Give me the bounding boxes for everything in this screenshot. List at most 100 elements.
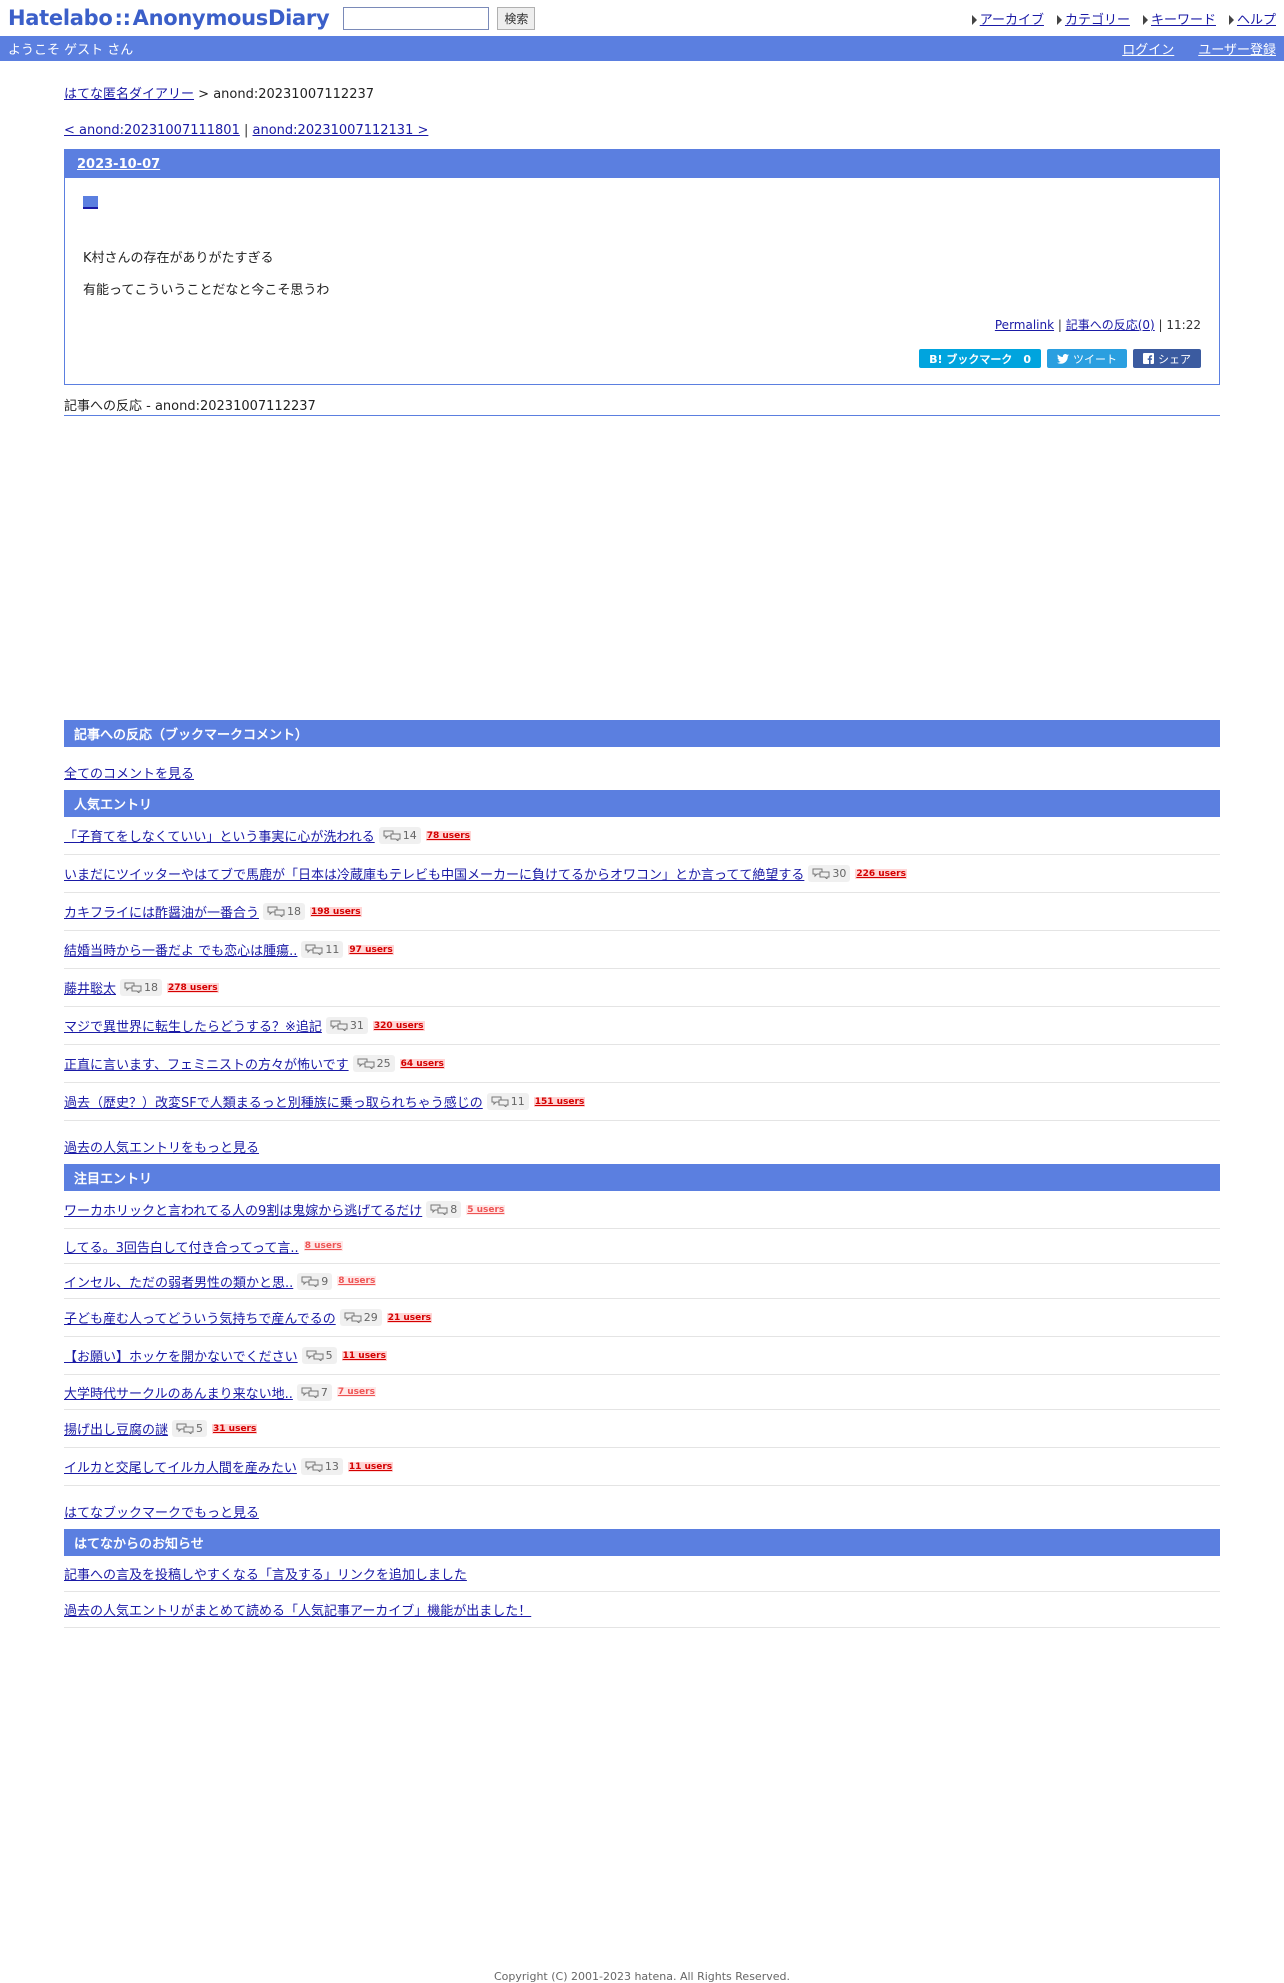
comment-count[interactable]: 30	[808, 865, 851, 882]
comment-count[interactable]: 7	[296, 1383, 332, 1401]
arrow-right-icon	[971, 15, 977, 25]
more-popular-link[interactable]: 過去の人気エントリをもっと見る	[64, 1121, 1220, 1164]
login-link[interactable]: ログイン	[1122, 39, 1174, 58]
square-icon	[83, 196, 98, 209]
facebook-share-button[interactable]: シェア	[1133, 349, 1201, 368]
hot-entry-link[interactable]: 【お願い】ホッケを開かないでください	[64, 1346, 298, 1365]
popular-entries-list: 「子育てをしなくていい」という事実に心が洗われる 14 78 users いまだにツイ…	[64, 817, 1220, 1121]
hot-entry-link[interactable]: 揚げ出し豆腐の謎	[64, 1419, 168, 1438]
popular-entry-link[interactable]: マジで異世界に転生したらどうする？※追記	[64, 1016, 322, 1035]
popular-entry-link[interactable]: 結婚当時から一番だよ でも恋心は腫瘍..	[64, 940, 297, 959]
hot-entry-row: インセル、ただの弱者男性の類かと思.. 9 8 users	[64, 1264, 1220, 1299]
comment-count[interactable]: 8	[426, 1201, 462, 1218]
comment-count-value: 11	[510, 1095, 525, 1108]
bookmark-users-badge[interactable]: 226 users	[855, 868, 907, 879]
bookmark-users-badge[interactable]: 64 users	[399, 1058, 445, 1069]
comment-count-value: 30	[832, 867, 847, 880]
nav-help[interactable]: ヘルプ	[1228, 9, 1276, 28]
main-content: はてな匿名ダイアリー > anond:20231007112237 < anon…	[64, 61, 1220, 1628]
hot-entry-link[interactable]: してる。3回告白して付き合ってって言..	[64, 1237, 299, 1256]
nav-category-link[interactable]: カテゴリー	[1065, 13, 1130, 28]
bookmark-users-badge[interactable]: 31 users	[212, 1423, 258, 1434]
hot-entry-link[interactable]: ワーカホリックと言われてる人の9割は鬼嫁から逃げてるだけ	[64, 1200, 422, 1219]
nav-category[interactable]: カテゴリー	[1056, 9, 1130, 28]
hot-entry-row: 大学時代サークルのあんまり来ない地.. 7 7 users	[64, 1375, 1220, 1410]
entry-date[interactable]: 2023-10-07	[77, 157, 160, 172]
news-item-link[interactable]: 記事への言及を投稿しやすくなる「言及する」リンクを追加しました	[64, 1556, 1220, 1592]
bookmark-users-badge[interactable]: 78 users	[425, 830, 472, 841]
popular-entry-link[interactable]: 「子育てをしなくていい」という事実に心が洗われる	[64, 826, 375, 845]
popular-entry-link[interactable]: いまだにツイッターやはてブで馬鹿が「日本は冷蔵庫もテレビも中国メーカーに負けてる…	[64, 864, 804, 883]
comment-bubble-icon	[301, 1276, 319, 1287]
comment-bubble-icon	[812, 868, 830, 879]
bookmark-users-badge[interactable]: 320 users	[372, 1020, 425, 1031]
bookmark-users-badge[interactable]: 198 users	[310, 906, 362, 917]
prev-entry-link[interactable]: < anond:20231007111801	[64, 123, 240, 138]
hot-entry-link[interactable]: 子ども産む人ってどういう気持ちで産んでるの	[64, 1308, 336, 1327]
comment-count[interactable]: 11	[486, 1093, 529, 1110]
hot-entry-link[interactable]: イルカと交尾してイルカ人間を産みたい	[64, 1457, 297, 1476]
hot-entry-link[interactable]: インセル、ただの弱者男性の類かと思..	[64, 1272, 293, 1291]
comment-count[interactable]: 25	[352, 1055, 395, 1072]
register-link[interactable]: ユーザー登録	[1198, 39, 1276, 58]
entry-date-header: 2023-10-07	[65, 150, 1219, 178]
comment-count-value: 7	[320, 1385, 328, 1399]
hot-entry-link[interactable]: 大学時代サークルのあんまり来ない地..	[64, 1383, 293, 1402]
breadcrumb-home[interactable]: はてな匿名ダイアリー	[64, 87, 194, 102]
permalink[interactable]: Permalink	[995, 318, 1054, 332]
comment-count[interactable]: 14	[378, 827, 421, 844]
site-logo[interactable]: Hatelabo:: AnonymousDiary	[8, 6, 330, 30]
facebook-icon	[1143, 353, 1154, 364]
search-input[interactable]	[343, 6, 490, 30]
bookmark-users-badge[interactable]: 5 users	[466, 1204, 506, 1215]
bookmark-users-badge[interactable]: 7 users	[336, 1387, 376, 1397]
comment-count-value: 25	[376, 1057, 391, 1070]
next-entry-link[interactable]: anond:20231007112131 >	[253, 123, 429, 138]
reactions-link[interactable]: 記事への反応(0)	[1066, 318, 1155, 332]
bookmark-users-badge[interactable]: 11 users	[347, 1461, 394, 1472]
hatena-bookmark-button[interactable]: B! ブックマーク 0	[919, 349, 1041, 368]
comment-count[interactable]: 5	[301, 1347, 337, 1364]
comment-count[interactable]: 18	[263, 903, 306, 920]
comment-count[interactable]: 5	[172, 1420, 208, 1437]
comment-count-value: 18	[144, 981, 159, 994]
more-hatena-bookmark-link[interactable]: はてなブックマークでもっと見る	[64, 1486, 1220, 1529]
comment-count[interactable]: 9	[297, 1272, 333, 1290]
popular-entry-link[interactable]: 正直に言います、フェミニストの方々が怖いです	[64, 1054, 349, 1073]
bookmark-users-badge[interactable]: 97 users	[348, 944, 394, 955]
search-button[interactable]: 検索	[497, 6, 536, 30]
popular-entry-link[interactable]: 藤井聡太	[64, 978, 116, 997]
pager-sep: |	[239, 123, 253, 138]
nav-keyword-link[interactable]: キーワード	[1151, 13, 1216, 28]
comment-count[interactable]: 13	[300, 1458, 343, 1475]
comment-count[interactable]: 18	[120, 979, 163, 996]
nav-archive[interactable]: アーカイブ	[971, 9, 1044, 28]
comment-count[interactable]: 31	[325, 1017, 368, 1034]
entry-footer: Permalink | 記事への反応(0) | 11:22	[994, 318, 1201, 332]
nav-archive-link[interactable]: アーカイブ	[980, 13, 1044, 28]
arrow-right-icon	[1056, 15, 1062, 25]
comment-count[interactable]: 11	[301, 941, 344, 958]
comment-bubble-icon	[330, 1020, 348, 1031]
top-nav: アーカイブ カテゴリー キーワード ヘルプ	[971, 9, 1276, 28]
entry-square-link[interactable]	[83, 196, 98, 213]
hot-entry-row: 揚げ出し豆腐の謎 5 31 users	[64, 1410, 1220, 1448]
bookmark-users-badge[interactable]: 278 users	[167, 982, 219, 993]
popular-entry-row: 過去（歴史？）改変SFで人類まるっと別種族に乗っ取られちゃう感じの 11 151 u…	[64, 1083, 1220, 1121]
bookmark-users-badge[interactable]: 8 users	[337, 1276, 377, 1286]
popular-entry-link[interactable]: カキフライには酢醤油が一番合う	[64, 902, 259, 921]
tweet-button[interactable]: ツイート	[1047, 349, 1127, 368]
bookmark-users-badge[interactable]: 11 users	[341, 1350, 387, 1361]
comment-count[interactable]: 29	[339, 1309, 382, 1326]
nav-help-link[interactable]: ヘルプ	[1237, 13, 1276, 28]
popular-entry-link[interactable]: 過去（歴史？）改変SFで人類まるっと別種族に乗っ取られちゃう感じの	[64, 1092, 483, 1111]
hot-entries-heading: 注目エントリ	[64, 1164, 1220, 1191]
bookmark-users-badge[interactable]: 151 users	[533, 1096, 586, 1107]
news-item-link[interactable]: 過去の人気エントリがまとめて読める「人気記事アーカイブ」機能が出ました！	[64, 1592, 1220, 1628]
all-comments-link[interactable]: 全てのコメントを見る	[64, 747, 1220, 790]
bookmark-users-badge[interactable]: 21 users	[386, 1312, 433, 1323]
entry-body: K村さんの存在がありがたすぎる 有能ってこういうことだなと今こそ思うわ	[83, 247, 1201, 298]
nav-keyword[interactable]: キーワード	[1142, 9, 1216, 28]
bookmark-users-badge[interactable]: 8 users	[303, 1241, 343, 1251]
comment-count-value: 14	[402, 829, 417, 842]
